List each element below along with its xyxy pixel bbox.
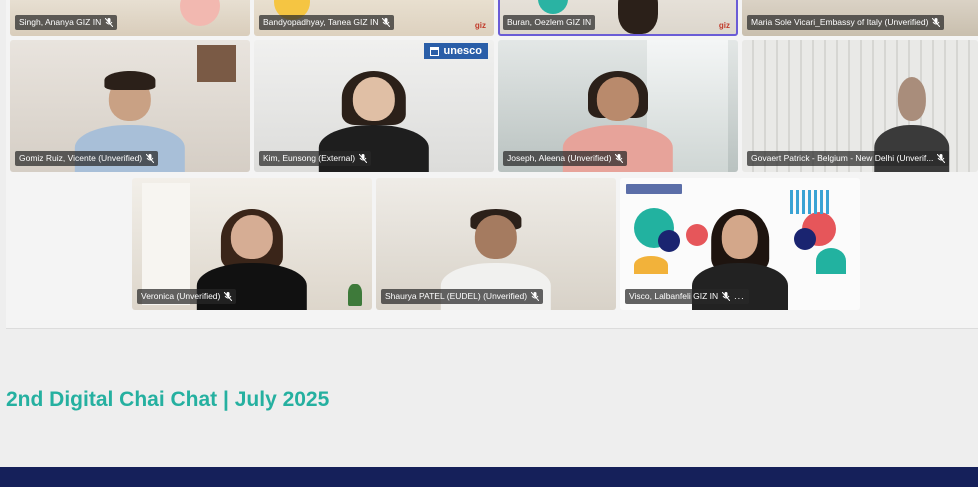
participant-name-tag: Buran, Oezlem GIZ IN — [503, 15, 596, 30]
participant-tile[interactable]: Joseph, Aleena (Unverified) — [498, 40, 738, 172]
background-shape — [816, 248, 846, 274]
mic-off-icon — [937, 154, 946, 163]
participant-name: Kim, Eunsong (External) — [263, 153, 356, 163]
participant-name: Visco, Lalbanfeli GIZ IN — [629, 291, 719, 301]
participant-tile[interactable]: giz Bandyopadhyay, Tanea GIZ IN — [254, 0, 494, 36]
mic-off-icon — [615, 154, 624, 163]
background-shape — [180, 0, 220, 26]
participant-name-tag: Singh, Ananya GIZ IN — [15, 15, 118, 30]
mic-off-icon — [722, 292, 731, 301]
participant-name: Singh, Ananya GIZ IN — [19, 17, 102, 27]
participant-name: Shaurya PATEL (EUDEL) (Unverified) — [385, 291, 528, 301]
mic-off-icon — [932, 18, 941, 27]
participant-tile[interactable]: Visco, Lalbanfeli GIZ IN ... — [620, 178, 860, 310]
mic-off-icon — [224, 292, 233, 301]
participant-tile[interactable]: Govaert Patrick - Belgium - New Delhi (U… — [742, 40, 978, 172]
participant-name: Bandyopadhyay, Tanea GIZ IN — [263, 17, 379, 27]
digital-policy-dialogue-logo — [626, 184, 682, 194]
participant-name: Govaert Patrick - Belgium - New Delhi (U… — [751, 153, 934, 163]
participant-tile[interactable]: Veronica (Unverified) — [132, 178, 372, 310]
more-options-icon[interactable]: ... — [734, 289, 745, 304]
participant-name-tag: Govaert Patrick - Belgium - New Delhi (U… — [747, 151, 950, 166]
mic-off-icon — [359, 154, 368, 163]
mic-off-icon — [531, 292, 540, 301]
background-shape — [634, 256, 668, 274]
participant-name-tag: Visco, Lalbanfeli GIZ IN ... — [625, 289, 749, 304]
participant-name-tag: Maria Sole Vicari_Embassy of Italy (Unve… — [747, 15, 945, 30]
participant-tile[interactable]: Shaurya PATEL (EUDEL) (Unverified) — [376, 178, 616, 310]
participant-name-tag: Shaurya PATEL (EUDEL) (Unverified) — [381, 289, 544, 304]
speaker-head — [618, 0, 658, 34]
participant-name-tag: Kim, Eunsong (External) — [259, 151, 372, 166]
mic-off-icon — [105, 18, 114, 27]
page-caption: 2nd Digital Chai Chat | July 2025 — [6, 388, 330, 411]
participant-tile[interactable]: Singh, Ananya GIZ IN — [10, 0, 250, 36]
participant-tile[interactable]: Maria Sole Vicari_Embassy of Italy (Unve… — [742, 0, 978, 36]
participant-name: Maria Sole Vicari_Embassy of Italy (Unve… — [751, 17, 929, 27]
background-stripes — [790, 190, 830, 214]
plant — [348, 284, 362, 306]
background-shape — [658, 230, 680, 252]
unesco-temple-icon — [430, 46, 440, 56]
participant-name-tag: Gomiz Ruiz, Vicente (Unverified) — [15, 151, 159, 166]
participant-name-tag: Veronica (Unverified) — [137, 289, 237, 304]
giz-logo: giz — [718, 21, 730, 30]
video-gallery: Singh, Ananya GIZ IN giz Bandyopadhyay, … — [6, 0, 978, 329]
giz-logo: giz — [474, 21, 486, 30]
participant-tile-active-speaker[interactable]: giz Buran, Oezlem GIZ IN — [498, 0, 738, 36]
participant-tile[interactable]: unesco Kim, Eunsong (External) — [254, 40, 494, 172]
participant-name-tag: Joseph, Aleena (Unverified) — [503, 151, 628, 166]
background-shape — [794, 228, 816, 250]
participant-name: Gomiz Ruiz, Vicente (Unverified) — [19, 153, 143, 163]
participant-tile[interactable]: Gomiz Ruiz, Vicente (Unverified) — [10, 40, 250, 172]
wall-picture — [197, 45, 236, 83]
participant-name: Veronica (Unverified) — [141, 291, 221, 301]
participant-name: Buran, Oezlem GIZ IN — [507, 17, 592, 27]
participant-name: Joseph, Aleena (Unverified) — [507, 153, 612, 163]
door-background — [141, 183, 190, 305]
background-shape — [538, 0, 568, 14]
footer-bar — [0, 467, 978, 487]
mic-off-icon — [146, 154, 155, 163]
mic-off-icon — [382, 18, 391, 27]
participant-name-tag: Bandyopadhyay, Tanea GIZ IN — [259, 15, 395, 30]
unesco-logo: unesco — [424, 43, 488, 59]
